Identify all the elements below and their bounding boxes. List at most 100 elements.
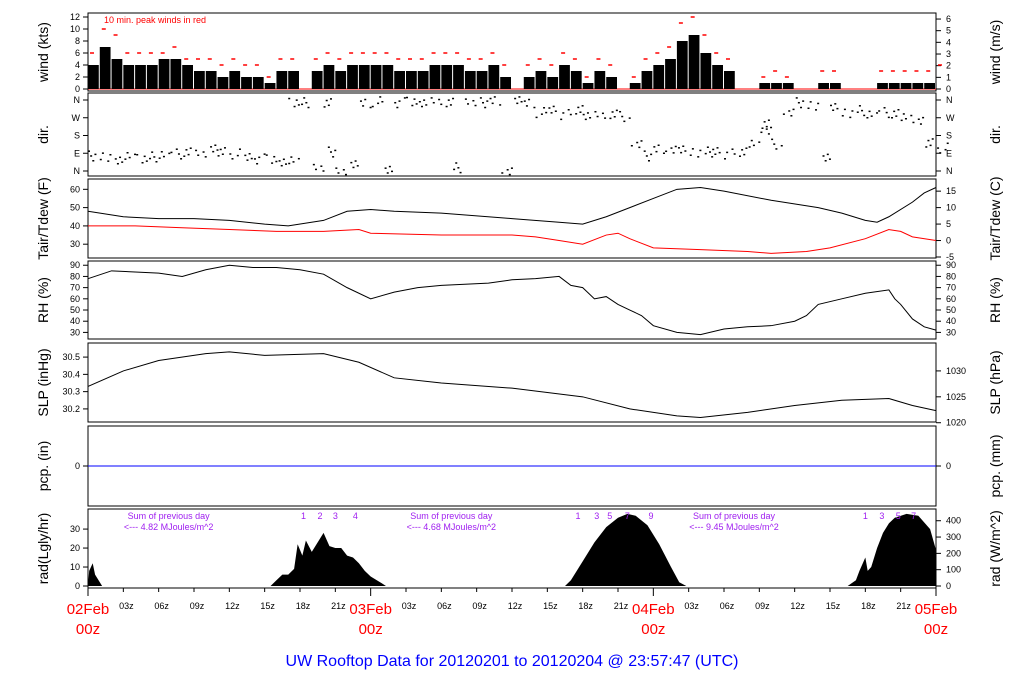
- dir-point: [807, 107, 810, 110]
- dir-point: [733, 153, 736, 155]
- dir-point: [691, 148, 694, 150]
- y-tick-label-right: 2: [946, 61, 951, 71]
- wind-bar: [912, 83, 924, 89]
- y-tick-label: 40: [70, 221, 80, 231]
- dir-point: [910, 114, 913, 117]
- dir-point: [619, 110, 622, 113]
- y-tick-label: 40: [70, 316, 80, 326]
- wind-bar: [724, 71, 735, 89]
- y-axis-label-rh: RH (%): [35, 277, 51, 323]
- y-tick-label: 10: [70, 562, 80, 572]
- dir-point: [489, 97, 492, 100]
- rh-line: [87, 264, 937, 336]
- dir-point: [273, 155, 276, 158]
- dir-point: [88, 150, 90, 152]
- dir-point: [726, 151, 729, 154]
- dir-point: [413, 98, 416, 100]
- dir-point: [411, 104, 414, 107]
- dir-point: [459, 171, 462, 174]
- wind-bar: [547, 77, 559, 89]
- dir-point: [689, 154, 692, 156]
- wind-bar: [335, 71, 347, 89]
- dir-point: [902, 113, 905, 115]
- dir-point: [912, 121, 915, 124]
- dir-point: [613, 116, 616, 118]
- wind-bar: [830, 83, 841, 89]
- y-tick-label-right: 6: [946, 14, 951, 24]
- wind-bar: [99, 47, 111, 89]
- dir-point: [817, 102, 820, 105]
- dir-point: [94, 153, 97, 156]
- dir-point: [782, 113, 785, 115]
- dir-point: [223, 147, 226, 149]
- dir-point: [670, 147, 673, 149]
- y-tick-label-right: 70: [946, 283, 956, 293]
- dir-point: [765, 128, 768, 130]
- y-axis-label-dir: dir.: [35, 125, 51, 144]
- dir-point: [809, 101, 812, 103]
- dir-point: [514, 97, 517, 100]
- y-tick-label: 50: [70, 203, 80, 213]
- dir-point: [432, 101, 435, 104]
- dir-point: [594, 110, 597, 113]
- dir-point: [655, 150, 658, 153]
- x-tick-label: 12z: [790, 601, 805, 611]
- dir-point: [467, 103, 470, 105]
- y-tick-label-right: 60: [946, 294, 956, 304]
- dir-point: [567, 109, 570, 111]
- wind-bar: [476, 71, 488, 89]
- dir-point: [464, 98, 467, 100]
- dir-point: [849, 116, 852, 119]
- dir-point: [876, 112, 879, 114]
- y-tick-label-right: N: [946, 166, 953, 176]
- y-tick-label-right: 0: [946, 236, 951, 246]
- dir-point: [423, 99, 426, 101]
- dir-point: [236, 154, 239, 157]
- dir-point: [615, 109, 618, 112]
- dir-point: [418, 100, 421, 103]
- dir-point: [145, 160, 148, 162]
- dir-point: [925, 146, 928, 148]
- dir-point: [718, 151, 721, 154]
- dir-point: [425, 104, 428, 106]
- dir-point: [706, 146, 709, 148]
- dir-point: [141, 161, 144, 164]
- dir-point: [440, 103, 443, 106]
- rad-hour-mark: 9: [648, 511, 653, 521]
- y-tick-label-right: E: [946, 148, 952, 158]
- dir-point: [396, 106, 399, 109]
- dir-point: [677, 147, 680, 149]
- dir-point: [322, 170, 325, 172]
- dir-point: [680, 151, 683, 154]
- dir-point: [486, 100, 489, 102]
- y-tick-label: W: [72, 113, 81, 123]
- dir-point: [314, 168, 317, 171]
- dir-point: [763, 121, 766, 123]
- dir-point: [253, 158, 256, 160]
- dir-point: [124, 158, 127, 160]
- dir-point: [724, 158, 726, 160]
- x-tick-label: 06z: [437, 601, 452, 611]
- dir-point: [596, 115, 599, 118]
- y-tick-label-right: 100: [946, 565, 961, 575]
- rad-hour-mark: 2: [318, 511, 323, 521]
- x-tick-label: 06z: [154, 601, 169, 611]
- y-tick-label-right: 0: [946, 461, 951, 471]
- dir-point: [640, 140, 643, 142]
- dir-point: [327, 146, 330, 148]
- dir-point: [851, 110, 854, 112]
- rad-hour-mark: 1: [575, 511, 580, 521]
- y-tick-label-right: 1: [946, 72, 951, 82]
- wind-bar: [653, 65, 665, 89]
- dir-point: [792, 108, 795, 111]
- weather-chart: UW Rooftop Data for 20120201 to 20120204…: [35, 12, 1003, 670]
- rad-hour-mark: 7: [625, 511, 630, 521]
- dir-point: [415, 103, 418, 105]
- dir-point: [828, 158, 831, 160]
- y-tick-label: 30: [70, 524, 80, 534]
- dir-point: [518, 96, 521, 98]
- dir-point: [780, 144, 783, 147]
- dir-point: [288, 97, 291, 100]
- dir-point: [883, 107, 886, 109]
- dir-point: [650, 153, 653, 156]
